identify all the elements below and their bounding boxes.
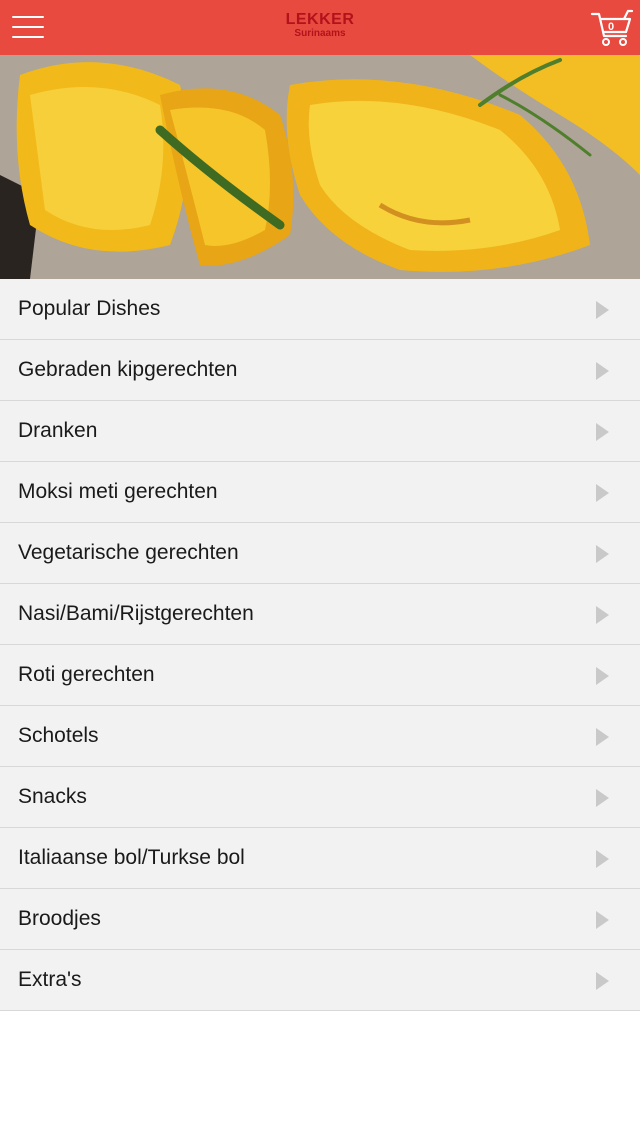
category-item-schotels[interactable]: Schotels (0, 706, 640, 767)
chevron-right-icon (596, 301, 609, 319)
chevron-right-icon (596, 667, 609, 685)
category-item-nasi-bami-rijstgerechten[interactable]: Nasi/Bami/Rijstgerechten (0, 584, 640, 645)
category-label: Extra's (18, 968, 82, 991)
category-item-dranken[interactable]: Dranken (0, 401, 640, 462)
chevron-right-icon (596, 728, 609, 746)
chevron-right-icon (596, 850, 609, 868)
pumpkin-illustration (0, 55, 640, 279)
chevron-right-icon (596, 606, 609, 624)
category-label: Vegetarische gerechten (18, 541, 239, 564)
category-item-gebraden-kipgerechten[interactable]: Gebraden kipgerechten (0, 340, 640, 401)
shopping-cart-button[interactable]: 0 (590, 8, 634, 48)
hamburger-icon[interactable] (12, 14, 44, 40)
chevron-right-icon (596, 484, 609, 502)
category-label: Popular Dishes (18, 297, 161, 320)
hamburger-line (12, 36, 44, 38)
category-list: Popular Dishes Gebraden kipgerechten Dra… (0, 279, 640, 1011)
category-item-broodjes[interactable]: Broodjes (0, 889, 640, 950)
hamburger-line (12, 16, 44, 18)
category-item-roti-gerechten[interactable]: Roti gerechten (0, 645, 640, 706)
chevron-right-icon (596, 545, 609, 563)
cart-count-badge: 0 (607, 21, 615, 33)
category-item-popular-dishes[interactable]: Popular Dishes (0, 279, 640, 340)
chevron-right-icon (596, 423, 609, 441)
hero-image (0, 55, 640, 279)
chevron-right-icon (596, 911, 609, 929)
chevron-right-icon (596, 972, 609, 990)
chevron-right-icon (596, 362, 609, 380)
hamburger-line (12, 26, 44, 28)
category-label: Schotels (18, 724, 99, 747)
logo[interactable]: LEKKER Surinaams (260, 12, 380, 39)
chevron-right-icon (596, 789, 609, 807)
category-label: Broodjes (18, 907, 101, 930)
category-label: Italiaanse bol/Turkse bol (18, 846, 245, 869)
logo-title: LEKKER (285, 11, 355, 28)
logo-subtitle: Surinaams (294, 28, 346, 39)
category-label: Dranken (18, 419, 98, 442)
category-label: Roti gerechten (18, 663, 155, 686)
category-label: Moksi meti gerechten (18, 480, 218, 503)
top-bar: LEKKER Surinaams 0 (0, 0, 640, 55)
category-item-extras[interactable]: Extra's (0, 950, 640, 1011)
category-label: Snacks (18, 785, 87, 808)
category-label: Nasi/Bami/Rijstgerechten (18, 602, 254, 625)
category-item-moksi-meti-gerechten[interactable]: Moksi meti gerechten (0, 462, 640, 523)
category-item-italiaanse-turkse-bol[interactable]: Italiaanse bol/Turkse bol (0, 828, 640, 889)
category-label: Gebraden kipgerechten (18, 358, 238, 381)
category-item-snacks[interactable]: Snacks (0, 767, 640, 828)
category-item-vegetarische-gerechten[interactable]: Vegetarische gerechten (0, 523, 640, 584)
